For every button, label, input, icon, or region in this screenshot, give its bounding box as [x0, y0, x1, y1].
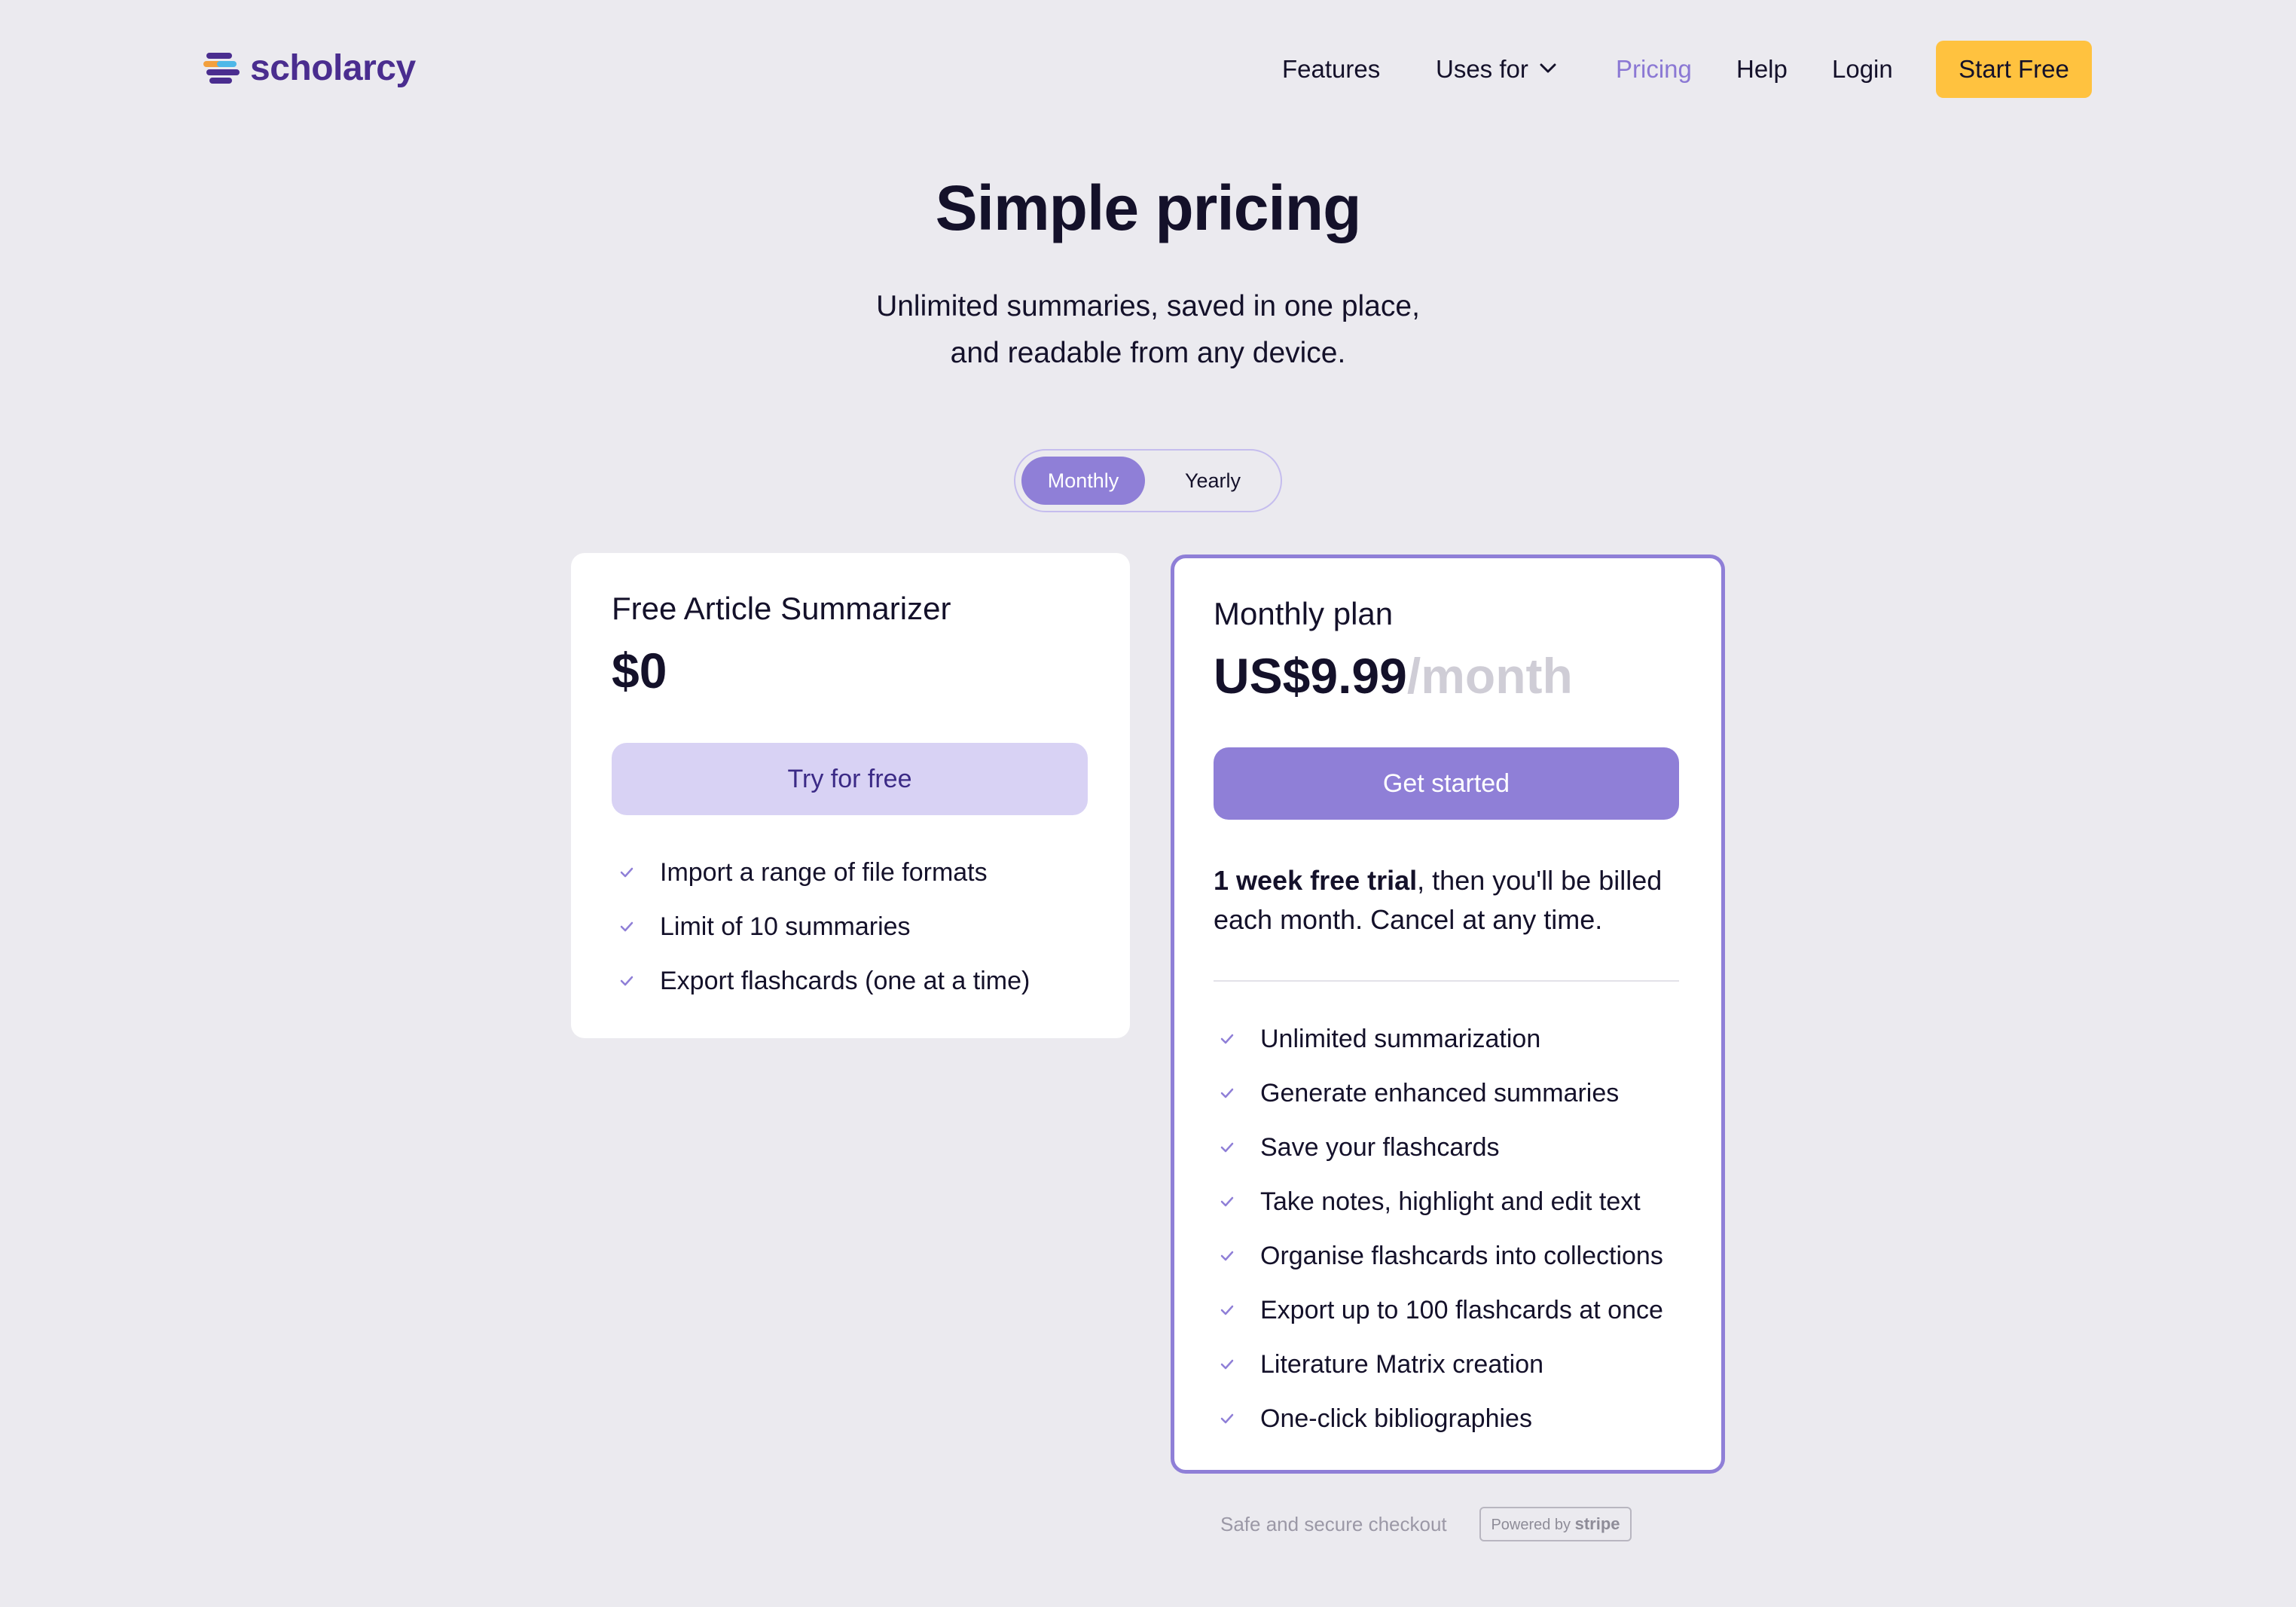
price-period: /month: [1406, 648, 1573, 704]
plan-name: Free Article Summarizer: [612, 591, 951, 626]
list-item: Export flashcards (one at a time): [613, 954, 1030, 1008]
trial-note: 1 week free trial, then you'll be billed…: [1214, 861, 1696, 939]
try-for-free-button[interactable]: Try for free: [612, 743, 1088, 815]
divider: [1214, 980, 1679, 982]
monthly-feature-list: Unlimited summarization Generate enhance…: [1214, 1012, 1663, 1446]
nav-features[interactable]: Features: [1282, 41, 1380, 98]
billing-toggle: Monthly Yearly: [1014, 449, 1282, 512]
nav-pricing[interactable]: Pricing: [1616, 41, 1692, 98]
list-item: Import a range of file formats: [613, 845, 1030, 900]
check-icon: [620, 867, 634, 878]
nav-login[interactable]: Login: [1832, 41, 1893, 98]
plan-price: $0: [612, 643, 667, 698]
plan-name: Monthly plan: [1214, 596, 1394, 631]
check-icon: [1220, 1196, 1234, 1207]
list-item: Unlimited summarization: [1214, 1012, 1663, 1066]
check-icon: [1220, 1088, 1234, 1098]
nav-help[interactable]: Help: [1736, 41, 1788, 98]
page-title: Simple pricing: [935, 173, 1362, 243]
stripe-logo: stripe: [1574, 1514, 1620, 1533]
check-icon: [620, 976, 634, 986]
feature-text: Generate enhanced summaries: [1260, 1079, 1620, 1107]
check-icon: [1220, 1413, 1234, 1424]
trial-highlight: 1 week free trial: [1214, 865, 1418, 896]
feature-text: Save your flashcards: [1260, 1133, 1500, 1162]
list-item: Organise flashcards into collections: [1214, 1229, 1663, 1283]
free-plan-card: Free Article Summarizer $0 Try for free …: [571, 553, 1130, 1038]
free-feature-list: Import a range of file formats Limit of …: [613, 845, 1030, 1008]
check-icon: [1220, 1034, 1234, 1044]
list-item: Save your flashcards: [1214, 1120, 1663, 1175]
list-item: Generate enhanced summaries: [1214, 1066, 1663, 1120]
toggle-monthly[interactable]: Monthly: [1021, 457, 1145, 505]
subtitle-line-2: and readable from any device.: [950, 337, 1346, 369]
monthly-plan-card: Monthly plan US$9.99/month Get started 1…: [1171, 555, 1725, 1474]
check-icon: [1220, 1359, 1234, 1370]
page-subtitle: Unlimited summaries, saved in one place,…: [0, 283, 2296, 377]
plan-price: US$9.99/month: [1214, 647, 1573, 704]
feature-text: One-click bibliographies: [1260, 1404, 1532, 1433]
badge-prefix: Powered by: [1491, 1517, 1571, 1533]
list-item: One-click bibliographies: [1214, 1392, 1663, 1446]
secure-checkout-text: Safe and secure checkout: [1220, 1513, 1447, 1535]
feature-text: Export flashcards (one at a time): [660, 967, 1030, 995]
check-icon: [1220, 1251, 1234, 1261]
nav-uses-for[interactable]: Uses for: [1436, 41, 1557, 98]
list-item: Export up to 100 flashcards at once: [1214, 1283, 1663, 1337]
feature-text: Limit of 10 summaries: [660, 912, 911, 941]
nav-uses-for-label: Uses for: [1436, 55, 1528, 83]
list-item: Literature Matrix creation: [1214, 1337, 1663, 1392]
list-item: Limit of 10 summaries: [613, 900, 1030, 954]
chevron-down-icon: [1540, 63, 1556, 73]
feature-text: Take notes, highlight and edit text: [1260, 1187, 1641, 1216]
check-icon: [620, 921, 634, 932]
toggle-yearly[interactable]: Yearly: [1151, 457, 1275, 505]
stripe-badge[interactable]: Powered by stripe: [1479, 1507, 1632, 1541]
site-header: scholarcy Features Uses for Pricing Help…: [0, 0, 2296, 139]
check-icon: [1220, 1305, 1234, 1315]
feature-text: Literature Matrix creation: [1260, 1350, 1544, 1379]
feature-text: Import a range of file formats: [660, 858, 988, 887]
check-icon: [1220, 1142, 1234, 1153]
start-free-button[interactable]: Start Free: [1936, 41, 2092, 98]
feature-text: Unlimited summarization: [1260, 1025, 1541, 1053]
feature-text: Export up to 100 flashcards at once: [1260, 1296, 1663, 1324]
feature-text: Organise flashcards into collections: [1260, 1242, 1663, 1270]
get-started-button[interactable]: Get started: [1214, 747, 1679, 820]
list-item: Take notes, highlight and edit text: [1214, 1175, 1663, 1229]
price-amount: US$9.99: [1214, 648, 1407, 704]
subtitle-line-1: Unlimited summaries, saved in one place,: [876, 290, 1420, 322]
